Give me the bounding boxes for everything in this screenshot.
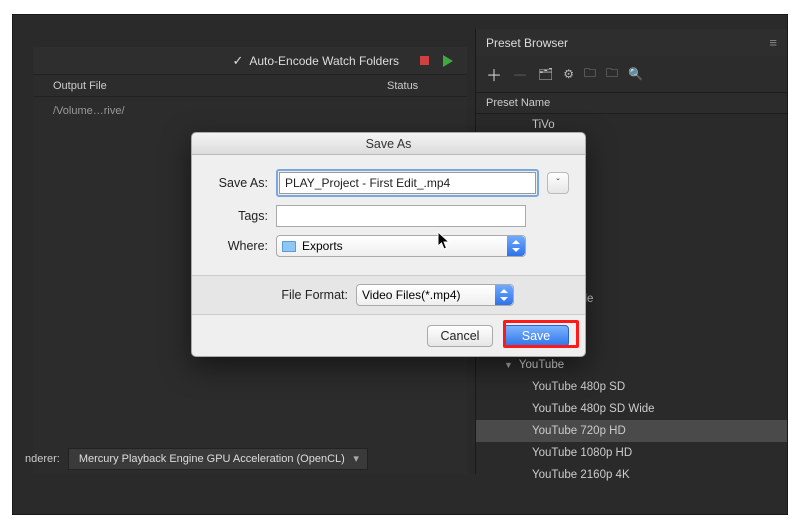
preset-list-header: Preset Name: [476, 93, 787, 114]
auto-encode-checkbox[interactable]: ✓ Auto-Encode Watch Folders: [232, 53, 399, 69]
saveas-label: Save As:: [208, 176, 276, 190]
disclosure-triangle-icon: ▼: [504, 357, 513, 373]
checkmark-icon: ✓: [232, 53, 243, 69]
remove-preset-button[interactable]: －: [512, 62, 528, 86]
settings-icon[interactable]: ⚙: [563, 67, 574, 81]
stop-button[interactable]: [417, 54, 431, 68]
file-format-select[interactable]: Video Files(*.mp4): [356, 284, 514, 306]
preset-item[interactable]: YouTube 480p SD: [476, 376, 787, 398]
dialog-title: Save As: [192, 133, 585, 155]
play-button[interactable]: [441, 54, 455, 68]
new-folder-icon[interactable]: 🗂: [538, 67, 553, 81]
stepper-icon: [507, 236, 525, 256]
tags-input[interactable]: [276, 205, 526, 227]
preset-toolbar: ＋ － 🗂 ⚙ 🗀 🗀 🔍: [476, 56, 787, 93]
panel-menu-icon[interactable]: ≡: [769, 35, 777, 50]
add-preset-button[interactable]: ＋: [486, 62, 502, 86]
renderer-value: Mercury Playback Engine GPU Acceleration…: [79, 453, 345, 465]
preset-panel-title-text: Preset Browser: [486, 36, 568, 50]
filename-input[interactable]: [279, 172, 536, 194]
col-status[interactable]: Status: [387, 80, 467, 92]
renderer-select[interactable]: Mercury Playback Engine GPU Acceleration…: [68, 448, 368, 470]
tags-label: Tags:: [208, 209, 276, 223]
import-icon[interactable]: 🗀: [584, 64, 596, 85]
format-value: Video Files(*.mp4): [362, 288, 460, 302]
save-as-dialog: Save As Save As: ˇ Tags: Where:: [191, 132, 586, 357]
stepper-icon: [495, 285, 513, 305]
cancel-button[interactable]: Cancel: [427, 325, 493, 347]
queue-toolbar: ✓ Auto-Encode Watch Folders: [33, 47, 467, 75]
chevron-down-icon: ˇ: [556, 178, 559, 189]
preset-item[interactable]: YouTube 2160p 4K: [476, 464, 787, 486]
queue-row[interactable]: /Volume…rive/: [33, 97, 467, 125]
format-label: File Format:: [208, 288, 356, 302]
preset-group-youtube[interactable]: ▼YouTube: [476, 354, 787, 376]
col-output-file[interactable]: Output File: [53, 80, 387, 92]
renderer-row: nderer: Mercury Playback Engine GPU Acce…: [25, 448, 368, 470]
renderer-label: nderer:: [25, 453, 60, 465]
preset-item[interactable]: YouTube 480p SD Wide: [476, 398, 787, 420]
preset-item[interactable]: YouTube 1080p HD: [476, 442, 787, 464]
output-path: /Volume…rive/: [53, 105, 125, 117]
queue-header: Output File Status: [33, 75, 467, 97]
auto-encode-label: Auto-Encode Watch Folders: [249, 54, 399, 68]
app-frame: ✓ Auto-Encode Watch Folders Output File …: [12, 14, 788, 515]
expand-button[interactable]: ˇ: [547, 172, 569, 194]
save-button[interactable]: Save: [503, 325, 569, 347]
search-icon[interactable]: 🔍: [628, 67, 643, 81]
preset-name-col[interactable]: Preset Name: [486, 97, 550, 109]
where-value: Exports: [302, 239, 343, 253]
where-select[interactable]: Exports: [276, 235, 526, 257]
folder-icon: [282, 241, 296, 252]
preset-item[interactable]: YouTube 720p HD: [476, 420, 787, 442]
preset-panel-title: Preset Browser ≡: [476, 29, 787, 56]
where-label: Where:: [208, 239, 276, 253]
export-icon[interactable]: 🗀: [606, 64, 618, 85]
